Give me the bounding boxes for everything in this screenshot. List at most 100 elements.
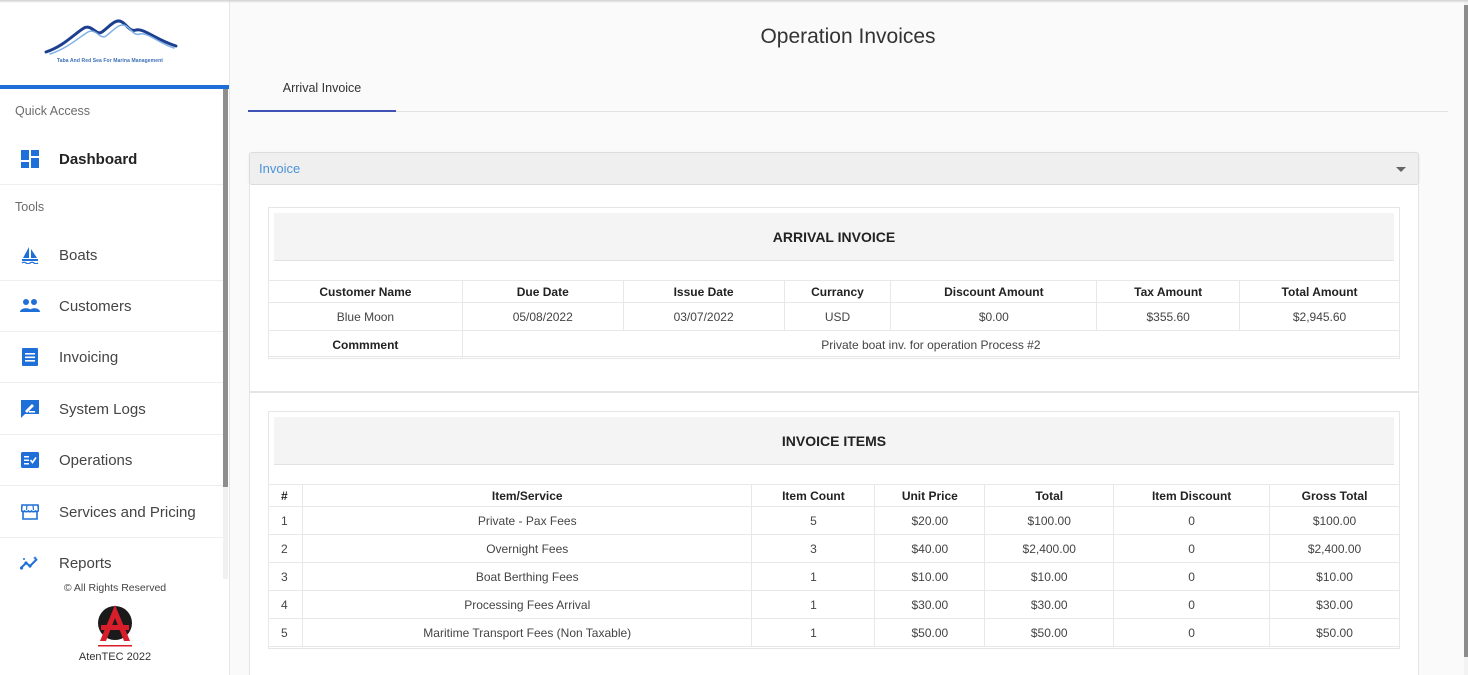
sidebar-item-label: Reports — [59, 554, 112, 572]
sidebar-item-invoicing[interactable]: Invoicing — [0, 332, 224, 383]
discount-amount-cell: $0.00 — [890, 302, 1098, 331]
brand-logo[interactable]: Taba And Red Sea For Marina Management — [0, 0, 229, 85]
item-discount-cell: 0 — [1113, 506, 1271, 535]
sidebar-item-reports[interactable]: Reports — [0, 538, 224, 588]
trending-icon — [20, 553, 40, 573]
tab-arrival-invoice[interactable]: Arrival Invoice — [248, 68, 396, 112]
arrival-invoice-heading: ARRIVAL INVOICE — [274, 213, 1394, 261]
arrival-invoice-panel: ARRIVAL INVOICE Customer Name Due Date I… — [249, 185, 1419, 392]
sidebar-item-services-and-pricing[interactable]: Services and Pricing — [0, 487, 224, 538]
comment-label: Commment — [268, 330, 463, 359]
page-scrollbar-thumb[interactable] — [1464, 5, 1468, 657]
column-header: Item Discount — [1113, 484, 1271, 507]
column-header: Issue Date — [622, 280, 785, 303]
sidebar-item-customers[interactable]: Customers — [0, 281, 224, 332]
edit-message-icon — [20, 399, 40, 419]
arrival-invoice-card: ARRIVAL INVOICE Customer Name Due Date I… — [268, 207, 1401, 359]
item-service-cell: Processing Fees Arrival — [301, 590, 753, 619]
item-count-cell: 1 — [751, 590, 876, 619]
invoice-items-panel: INVOICE ITEMS # Item/Service Item Count … — [249, 392, 1419, 675]
checklist-icon — [20, 450, 40, 470]
sidebar-item-dashboard[interactable]: Dashboard — [0, 134, 224, 185]
item-count-cell: 1 — [751, 618, 876, 647]
table-row: 3 Boat Berthing Fees 1 $10.00 $10.00 0 $… — [268, 562, 1400, 591]
item-discount-cell: 0 — [1113, 562, 1271, 591]
item-service-cell: Private - Pax Fees — [301, 506, 753, 535]
row-number: 5 — [268, 618, 303, 647]
item-count-cell: 1 — [751, 562, 876, 591]
item-discount-cell: 0 — [1113, 534, 1271, 563]
arrival-invoice-table: Customer Name Due Date Issue Date Curran… — [268, 280, 1401, 359]
tax-amount-cell: $355.60 — [1096, 302, 1241, 331]
item-count-cell: 5 — [751, 506, 876, 535]
sidebar-scrollbar-thumb[interactable] — [223, 89, 228, 487]
comment-row: Commment Private boat inv. for operation… — [268, 330, 1401, 359]
invoice-items-table: # Item/Service Item Count Unit Price Tot… — [268, 484, 1400, 647]
total-cell: $2,400.00 — [984, 534, 1115, 563]
sidebar-item-label: Dashboard — [59, 150, 138, 168]
column-header: Discount Amount — [890, 280, 1098, 303]
column-header: Tax Amount — [1096, 280, 1241, 303]
top-shadow — [0, 0, 1468, 3]
section-quick-access: Quick Access — [15, 104, 91, 118]
column-header: Total Amount — [1239, 280, 1400, 303]
gross-total-cell: $10.00 — [1269, 562, 1400, 591]
issue-date-cell: 03/07/2022 — [622, 302, 785, 331]
unit-price-cell: $40.00 — [874, 534, 986, 563]
people-icon — [20, 296, 40, 316]
sidebar-item-label: Customers — [59, 297, 132, 315]
sidebar-item-label: Operations — [59, 451, 133, 469]
sidebar-item-operations[interactable]: Operations — [0, 435, 224, 486]
sidebar-item-label: Invoicing — [59, 348, 119, 366]
sidebar-accent-bar — [0, 85, 229, 89]
section-tools: Tools — [15, 200, 45, 214]
table-row: 2 Overnight Fees 3 $40.00 $2,400.00 0 $2… — [268, 534, 1400, 563]
sidebar: Taba And Red Sea For Marina Management Q… — [0, 0, 230, 675]
column-header: Gross Total — [1269, 484, 1400, 507]
page-title: Operation Invoices — [760, 25, 936, 48]
table-row: 5 Maritime Transport Fees (Non Taxable) … — [268, 618, 1400, 647]
customer-name-cell: Blue Moon — [268, 302, 463, 331]
invoice-items-heading: INVOICE ITEMS — [274, 417, 1394, 465]
logo-caption: Taba And Red Sea For Marina Management — [56, 58, 164, 64]
sidebar-item-label: Services and Pricing — [59, 503, 196, 521]
sailboat-icon — [20, 245, 40, 265]
sidebar-item-label: Boats — [59, 246, 98, 264]
unit-price-cell: $10.00 — [874, 562, 986, 591]
receipt-icon — [20, 347, 40, 367]
total-amount-cell: $2,945.60 — [1239, 302, 1400, 331]
invoice-items-card: INVOICE ITEMS # Item/Service Item Count … — [268, 411, 1400, 649]
item-discount-cell: 0 — [1113, 618, 1271, 647]
gross-total-cell: $50.00 — [1269, 618, 1400, 647]
due-date-cell: 05/08/2022 — [461, 302, 624, 331]
item-count-cell: 3 — [751, 534, 876, 563]
column-header: Item/Service — [301, 484, 753, 507]
tab-bar: Arrival Invoice — [248, 68, 1448, 112]
row-number: 4 — [268, 590, 303, 619]
invoice-select[interactable]: Invoice — [249, 152, 1419, 185]
company-name: AtenTEC 2022 — [78, 651, 152, 663]
gross-total-cell: $2,400.00 — [1269, 534, 1400, 563]
total-cell: $30.00 — [984, 590, 1115, 619]
total-cell: $50.00 — [984, 618, 1115, 647]
storefront-icon — [20, 502, 40, 522]
column-header: Currancy — [783, 280, 892, 303]
row-number: 3 — [268, 562, 303, 591]
sidebar-item-system-logs[interactable]: System Logs — [0, 384, 224, 435]
gross-total-cell: $30.00 — [1269, 590, 1400, 619]
mountain-logo-icon — [44, 19, 178, 55]
unit-price-cell: $50.00 — [874, 618, 986, 647]
total-cell: $100.00 — [984, 506, 1115, 535]
item-service-cell: Boat Berthing Fees — [301, 562, 753, 591]
row-number: 1 — [268, 506, 303, 535]
copyright-text: © All Rights Reserved — [63, 582, 167, 594]
column-header: Total — [984, 484, 1115, 507]
sidebar-item-boats[interactable]: Boats — [0, 230, 224, 281]
gross-total-cell: $100.00 — [1269, 506, 1400, 535]
item-service-cell: Maritime Transport Fees (Non Taxable) — [301, 618, 753, 647]
sidebar-item-label: System Logs — [59, 400, 146, 418]
total-cell: $10.00 — [984, 562, 1115, 591]
table-header-row: Customer Name Due Date Issue Date Curran… — [268, 280, 1400, 303]
invoice-select-value: Invoice — [259, 161, 301, 176]
column-header: Customer Name — [268, 280, 463, 303]
